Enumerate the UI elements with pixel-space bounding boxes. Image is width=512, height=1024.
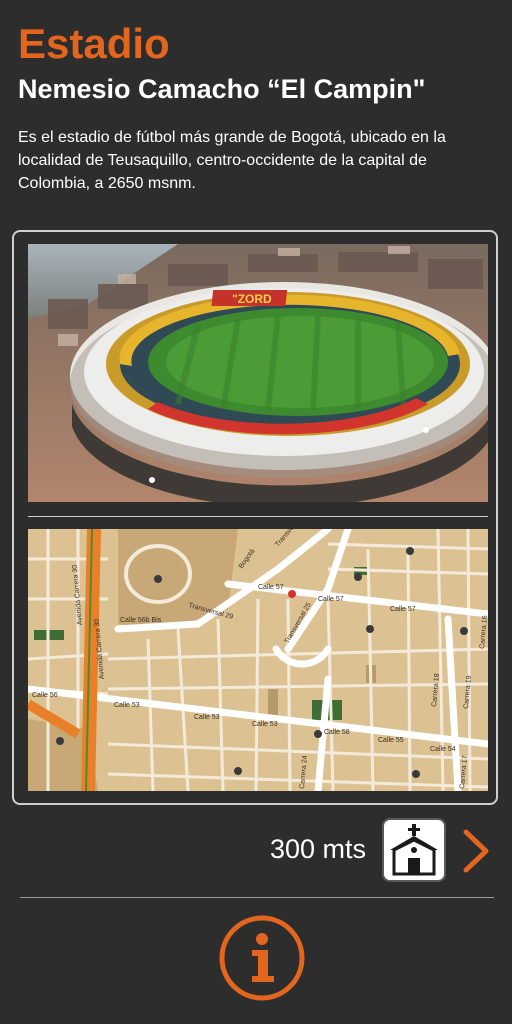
church-icon[interactable]: [382, 818, 446, 882]
info-icon[interactable]: [218, 914, 306, 1002]
stadium-photo[interactable]: "ZORD: [28, 244, 488, 502]
card-divider: [28, 516, 488, 517]
page-subtitle: Nemesio Camacho “El Campin": [18, 74, 426, 104]
label-calle57c: Calle 57: [390, 606, 416, 613]
stand-lettering: "ZORD: [232, 292, 272, 306]
page-title: Estadio: [18, 20, 170, 67]
distance-text: 300 mts: [269, 834, 366, 864]
chevron-right-icon[interactable]: [460, 828, 494, 874]
label-calle57b: Calle 57: [318, 596, 344, 603]
location-map[interactable]: Calle 57 Calle 57 Calle 57 Calle 56b Bis…: [28, 529, 488, 791]
label-calle53b: Calle 53: [194, 714, 220, 721]
label-calle56b: Calle 56b Bis: [120, 617, 162, 624]
footer-divider: [20, 897, 494, 898]
street-map: Calle 57 Calle 57 Calle 57 Calle 56b Bis…: [28, 529, 488, 791]
label-calle58: Calle 58: [324, 729, 350, 736]
place-description: Es el estadio de fútbol más grande de Bo…: [18, 129, 446, 192]
distance-row: 300 mts: [0, 818, 512, 884]
label-calle53a: Calle 53: [114, 702, 140, 709]
label-calle53c: Calle 53: [252, 721, 278, 728]
label-calle57: Calle 57: [258, 584, 284, 591]
media-card: "ZORD Calle 57 Calle 57 Calle 57 Calle 5…: [12, 230, 498, 805]
stadium-illustration: "ZORD: [28, 244, 488, 502]
label-calle54: Calle 54: [430, 746, 456, 753]
label-calle55: Calle 55: [378, 737, 404, 744]
label-calle56: Calle 56: [32, 692, 58, 699]
